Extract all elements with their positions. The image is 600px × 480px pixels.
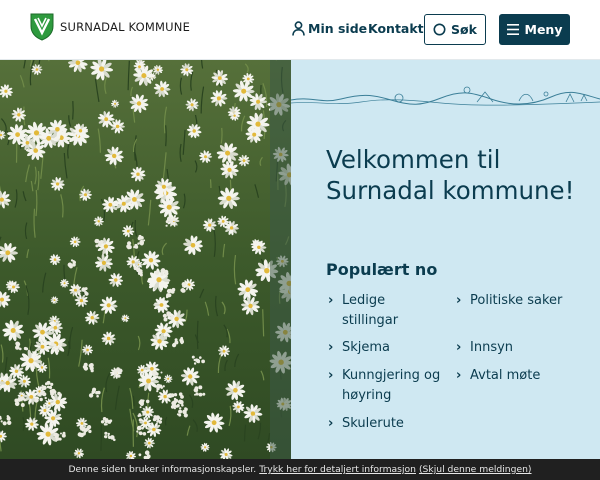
chevron-right-icon: ›	[328, 340, 334, 355]
link-politiske-saker[interactable]: › Politiske saker	[456, 291, 576, 311]
link-label: Ledige stillingar	[342, 293, 399, 328]
link-kunngjering-og-hoyring[interactable]: › Kunngjering og høyring	[328, 366, 444, 406]
search-button[interactable]: Søk	[424, 14, 486, 45]
search-label: Søk	[451, 22, 477, 37]
welcome-panel: Velkommen til Surnadal kommune! Populært…	[291, 60, 600, 460]
chevron-right-icon: ›	[456, 340, 462, 355]
hamburger-icon	[506, 24, 519, 35]
hero-image-edge	[270, 60, 292, 460]
link-avtal-mote[interactable]: › Avtal møte	[456, 366, 576, 386]
decorative-landscape-line	[291, 86, 600, 106]
link-label: Skulerute	[342, 416, 404, 431]
site-name: SURNADAL KOMMUNE	[60, 20, 191, 34]
menu-button[interactable]: Meny	[499, 14, 570, 45]
link-skulerute[interactable]: › Skulerute	[328, 414, 438, 434]
link-label: Skjema	[342, 340, 391, 355]
welcome-title: Velkommen til Surnadal kommune!	[326, 145, 575, 205]
chevron-right-icon: ›	[456, 368, 462, 383]
chevron-right-icon: ›	[328, 293, 334, 308]
hero-image-daisies	[0, 60, 291, 460]
link-label: Innsyn	[470, 340, 514, 355]
menu-label: Meny	[524, 22, 563, 37]
kontakt-link[interactable]: Kontakt	[368, 21, 424, 36]
link-label: Politiske saker	[470, 293, 563, 308]
cookie-text: Denne siden bruker informasjonskapsler.	[68, 464, 257, 475]
link-ledige-stillingar[interactable]: › Ledige stillingar	[328, 291, 438, 331]
site-header: SURNADAL KOMMUNE Min side Kontakt Søk Me…	[0, 0, 600, 60]
link-skjema[interactable]: › Skjema	[328, 338, 438, 358]
link-label: Avtal møte	[470, 368, 541, 383]
cookie-details-link[interactable]: Trykk her for detaljert informasjon	[259, 464, 416, 475]
link-label: Kunngjering og høyring	[342, 368, 441, 403]
user-icon	[292, 21, 305, 36]
min-side-link[interactable]: Min side	[292, 21, 367, 36]
cookie-banner: Denne siden bruker informasjonskapsler. …	[0, 459, 600, 480]
cookie-hide-link[interactable]: (Skjul denne meldingen)	[419, 464, 532, 475]
coat-of-arms-icon	[30, 13, 54, 41]
min-side-label: Min side	[308, 21, 368, 36]
daisy-meadow-image	[0, 60, 291, 460]
link-innsyn[interactable]: › Innsyn	[456, 338, 576, 358]
site-logo[interactable]: SURNADAL KOMMUNE	[30, 13, 190, 41]
popular-heading: Populært no	[326, 260, 438, 279]
chevron-right-icon: ›	[328, 416, 334, 431]
search-icon	[433, 23, 446, 36]
chevron-right-icon: ›	[456, 293, 462, 308]
chevron-right-icon: ›	[328, 368, 334, 383]
